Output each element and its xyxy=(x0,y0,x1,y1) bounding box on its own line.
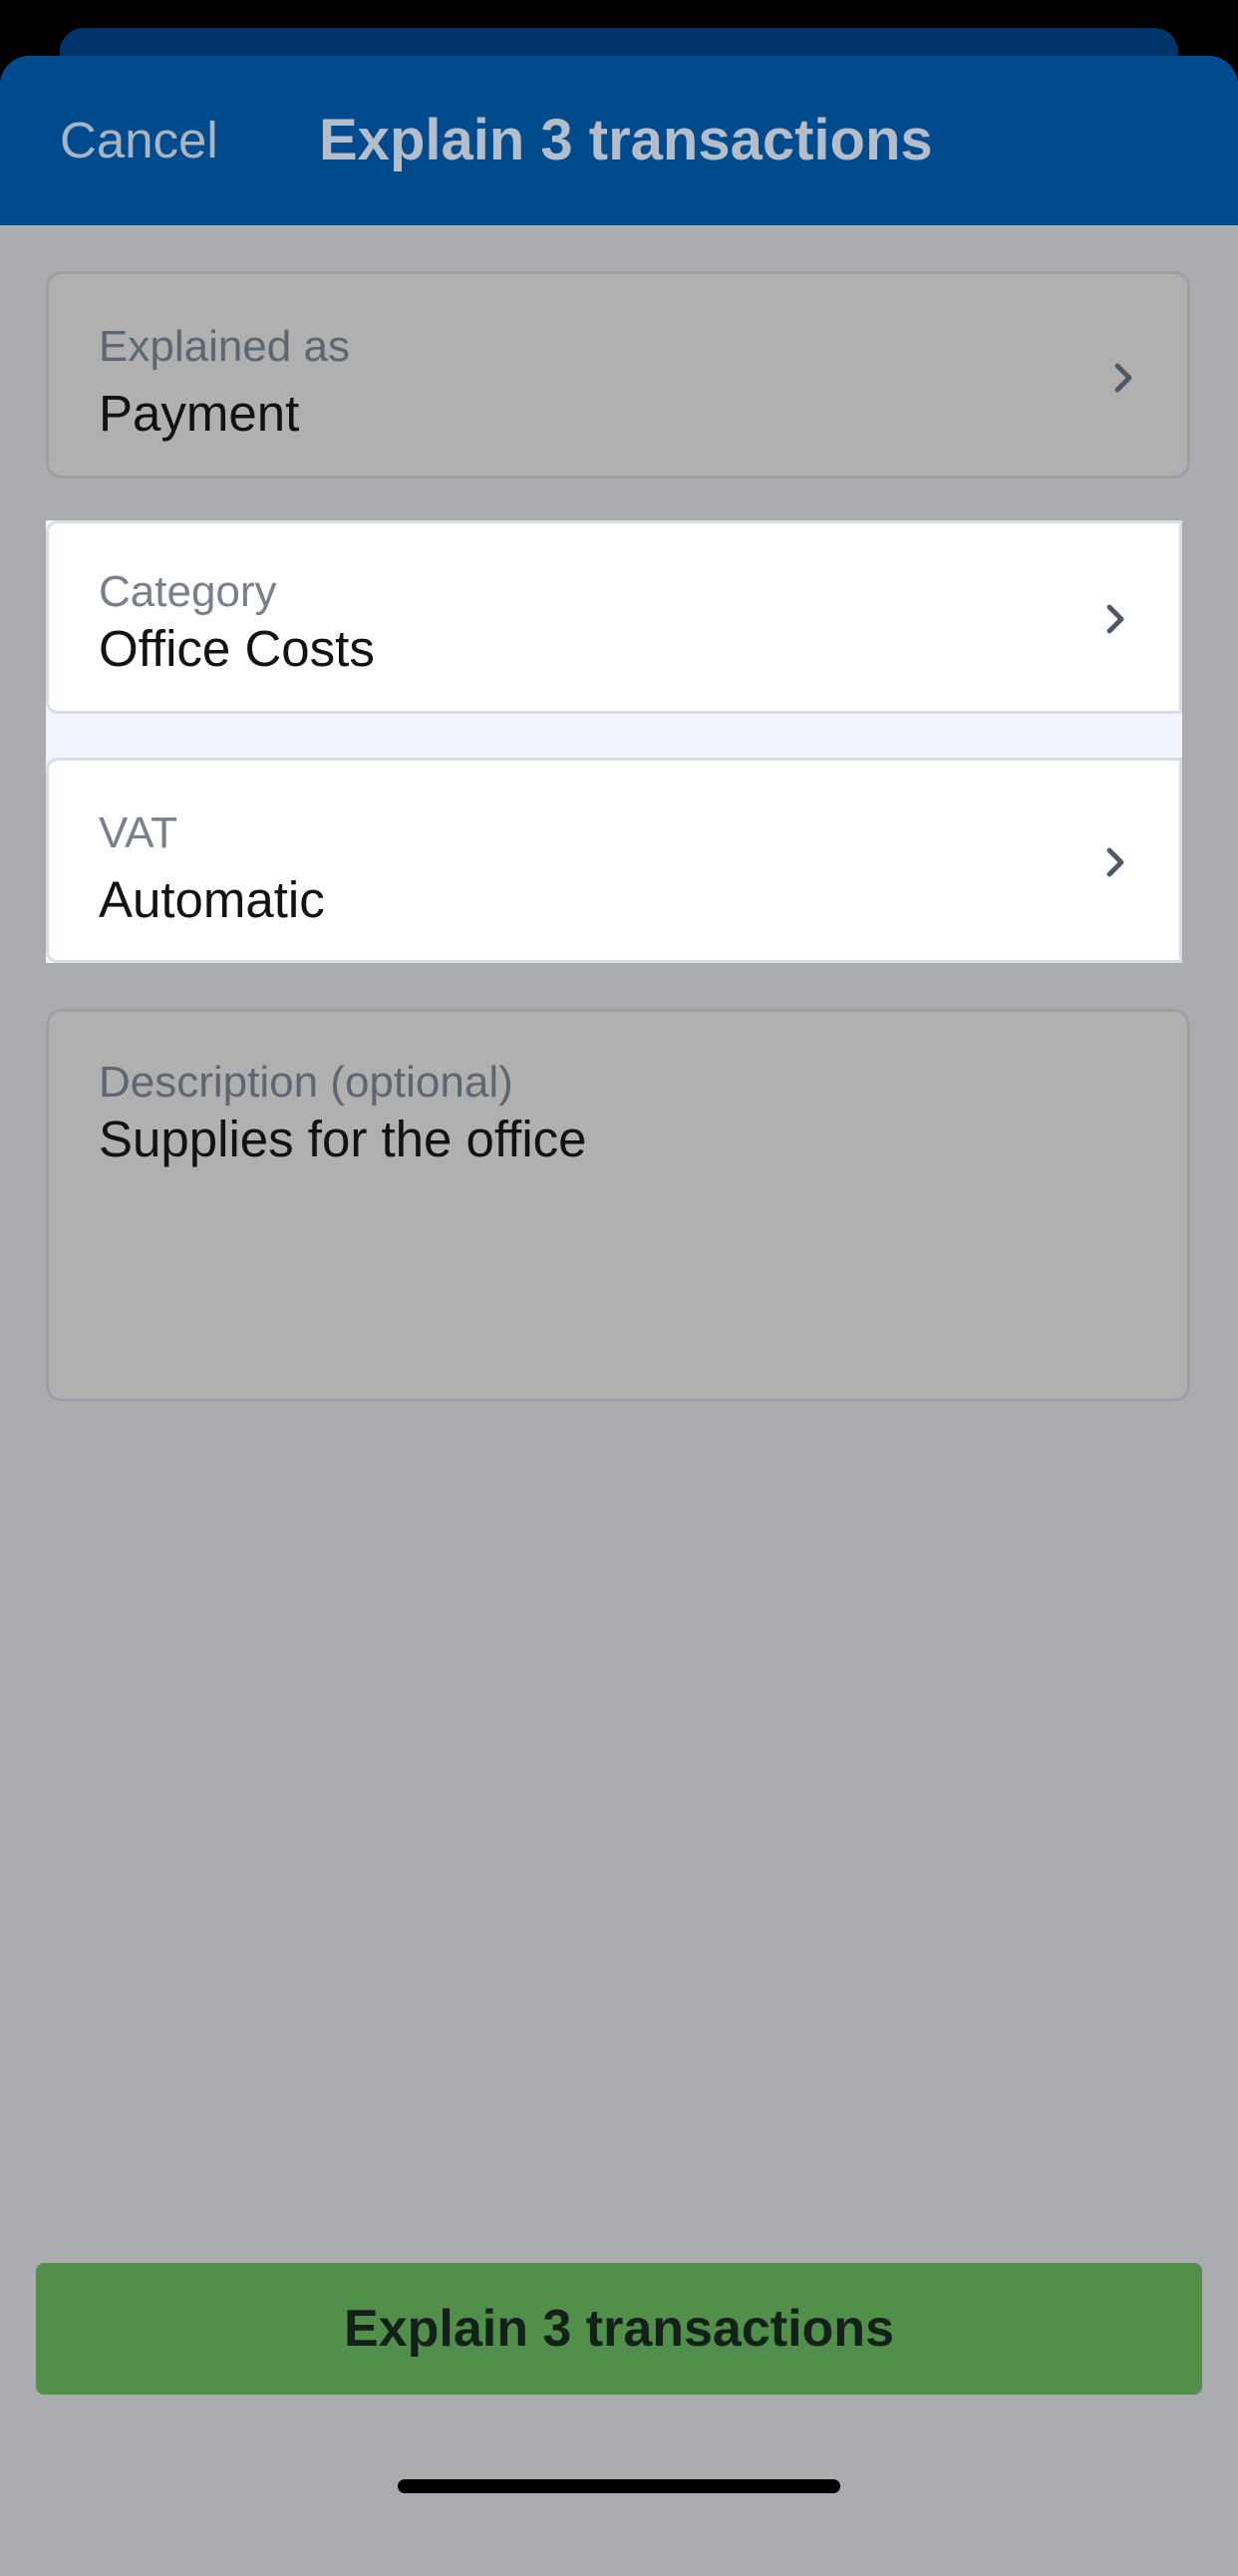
nav-bar: Cancel Explain 3 transactions xyxy=(0,56,1238,225)
description-label: Description (optional) xyxy=(99,1058,513,1107)
cancel-button[interactable]: Cancel xyxy=(60,111,218,169)
description-field[interactable]: Description (optional) Supplies for the … xyxy=(46,1009,1190,1402)
chevron-right-icon xyxy=(1106,604,1124,634)
home-indicator xyxy=(398,2479,840,2493)
vat-value: Automatic xyxy=(99,871,325,928)
explained-as-field[interactable]: Explained as Payment xyxy=(46,271,1190,479)
explained-as-label: Explained as xyxy=(99,322,350,371)
explained-as-value: Payment xyxy=(99,385,300,442)
vat-field[interactable]: VAT Automatic xyxy=(46,758,1182,963)
category-field[interactable]: Category Office Costs xyxy=(46,520,1182,714)
chevron-right-icon xyxy=(1106,847,1124,877)
vat-label: VAT xyxy=(99,808,178,857)
modal-sheet: Cancel Explain 3 transactions Explained … xyxy=(0,56,1238,2576)
explain-transactions-button[interactable]: Explain 3 transactions xyxy=(36,2263,1202,2395)
chevron-right-icon xyxy=(1114,363,1132,393)
category-value: Office Costs xyxy=(99,620,375,677)
category-label: Category xyxy=(99,567,277,616)
page-title: Explain 3 transactions xyxy=(319,108,933,172)
description-value[interactable]: Supplies for the office xyxy=(99,1110,587,1168)
